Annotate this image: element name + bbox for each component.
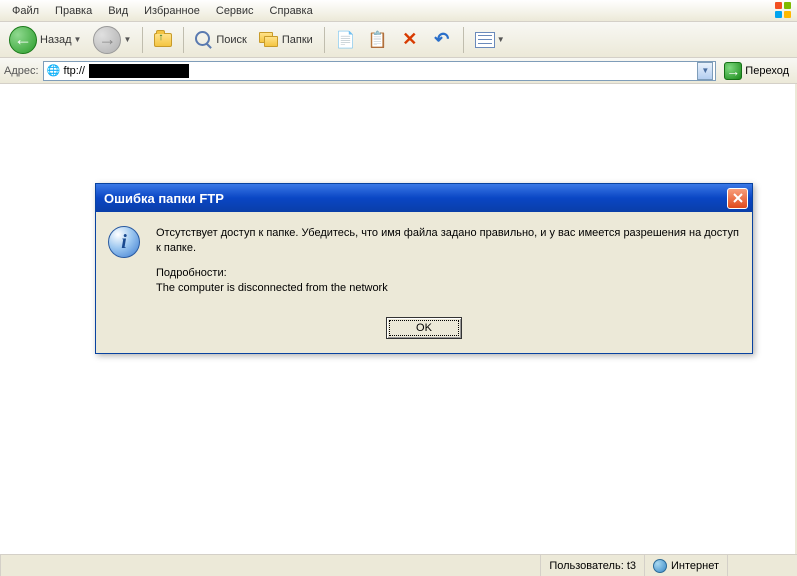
menu-favorites[interactable]: Избранное [136, 2, 208, 20]
copy-to-icon: 📋 [368, 30, 388, 50]
back-label: Назад [40, 34, 72, 46]
folders-button[interactable]: Папки [254, 25, 318, 55]
status-user: Пользователь: t3 [540, 555, 644, 576]
back-button[interactable]: ← Назад ▼ [4, 25, 86, 55]
copy-to-button[interactable]: 📋 [363, 25, 393, 55]
ftp-location-icon: 🌐 [46, 63, 62, 79]
menu-help[interactable]: Справка [262, 2, 321, 20]
menu-edit[interactable]: Правка [47, 2, 100, 20]
menubar: Файл Правка Вид Избранное Сервис Справка [0, 0, 797, 22]
folder-up-icon [154, 33, 172, 47]
views-icon [475, 32, 495, 48]
folders-icon [259, 32, 279, 48]
dialog-details-text: The computer is disconnected from the ne… [156, 282, 388, 294]
windows-logo-icon [775, 2, 793, 20]
folders-label: Папки [282, 34, 313, 46]
menu-view[interactable]: Вид [100, 2, 136, 20]
statusbar: Пользователь: t3 Интернет [0, 554, 797, 576]
status-grip [727, 555, 797, 576]
internet-zone-icon [653, 559, 667, 573]
search-label: Поиск [216, 34, 246, 46]
error-dialog: Ошибка папки FTP i Отсутствует доступ к … [95, 183, 753, 354]
info-icon: i [108, 226, 140, 258]
search-button[interactable]: Поиск [190, 25, 251, 55]
undo-icon: ↶ [432, 30, 452, 50]
go-button[interactable]: → Переход [720, 61, 793, 81]
dialog-title: Ошибка папки FTP [104, 191, 727, 206]
up-button[interactable] [149, 25, 177, 55]
dialog-message-area: Отсутствует доступ к папке. Убедитесь, ч… [156, 226, 740, 305]
separator [463, 27, 464, 53]
views-button[interactable]: ▼ [470, 25, 510, 55]
move-to-button[interactable]: 📄 [331, 25, 361, 55]
close-icon [733, 193, 743, 203]
undo-button[interactable]: ↶ [427, 25, 457, 55]
menu-file[interactable]: Файл [4, 2, 47, 20]
back-arrow-icon: ← [9, 26, 37, 54]
delete-icon: ✕ [400, 30, 420, 50]
dialog-close-button[interactable] [727, 188, 748, 209]
separator [142, 27, 143, 53]
address-input[interactable]: 🌐 ftp:// ▼ [43, 61, 717, 81]
menu-tools[interactable]: Сервис [208, 2, 262, 20]
chevron-down-icon: ▼ [74, 35, 82, 44]
forward-arrow-icon: → [93, 26, 121, 54]
separator [183, 27, 184, 53]
delete-button[interactable]: ✕ [395, 25, 425, 55]
forward-button[interactable]: → ▼ [88, 25, 136, 55]
dialog-message: Отсутствует доступ к папке. Убедитесь, ч… [156, 226, 740, 256]
dialog-titlebar[interactable]: Ошибка папки FTP [96, 184, 752, 212]
address-dropdown-button[interactable]: ▼ [697, 62, 713, 80]
ok-button[interactable]: OK [386, 317, 462, 339]
dialog-details-label: Подробности: [156, 267, 227, 279]
go-arrow-icon: → [724, 62, 742, 80]
status-zone: Интернет [644, 555, 727, 576]
toolbar: ← Назад ▼ → ▼ Поиск Папки 📄 📋 ✕ ↶ ▼ [0, 22, 797, 58]
search-icon [195, 31, 213, 49]
address-value: ftp:// [62, 64, 696, 78]
addressbar: Адрес: 🌐 ftp:// ▼ → Переход [0, 58, 797, 84]
chevron-down-icon: ▼ [123, 35, 131, 44]
chevron-down-icon: ▼ [497, 35, 505, 44]
go-label: Переход [745, 65, 789, 77]
redacted-host [89, 64, 189, 78]
separator [324, 27, 325, 53]
address-label: Адрес: [4, 65, 39, 77]
move-to-icon: 📄 [336, 30, 356, 50]
